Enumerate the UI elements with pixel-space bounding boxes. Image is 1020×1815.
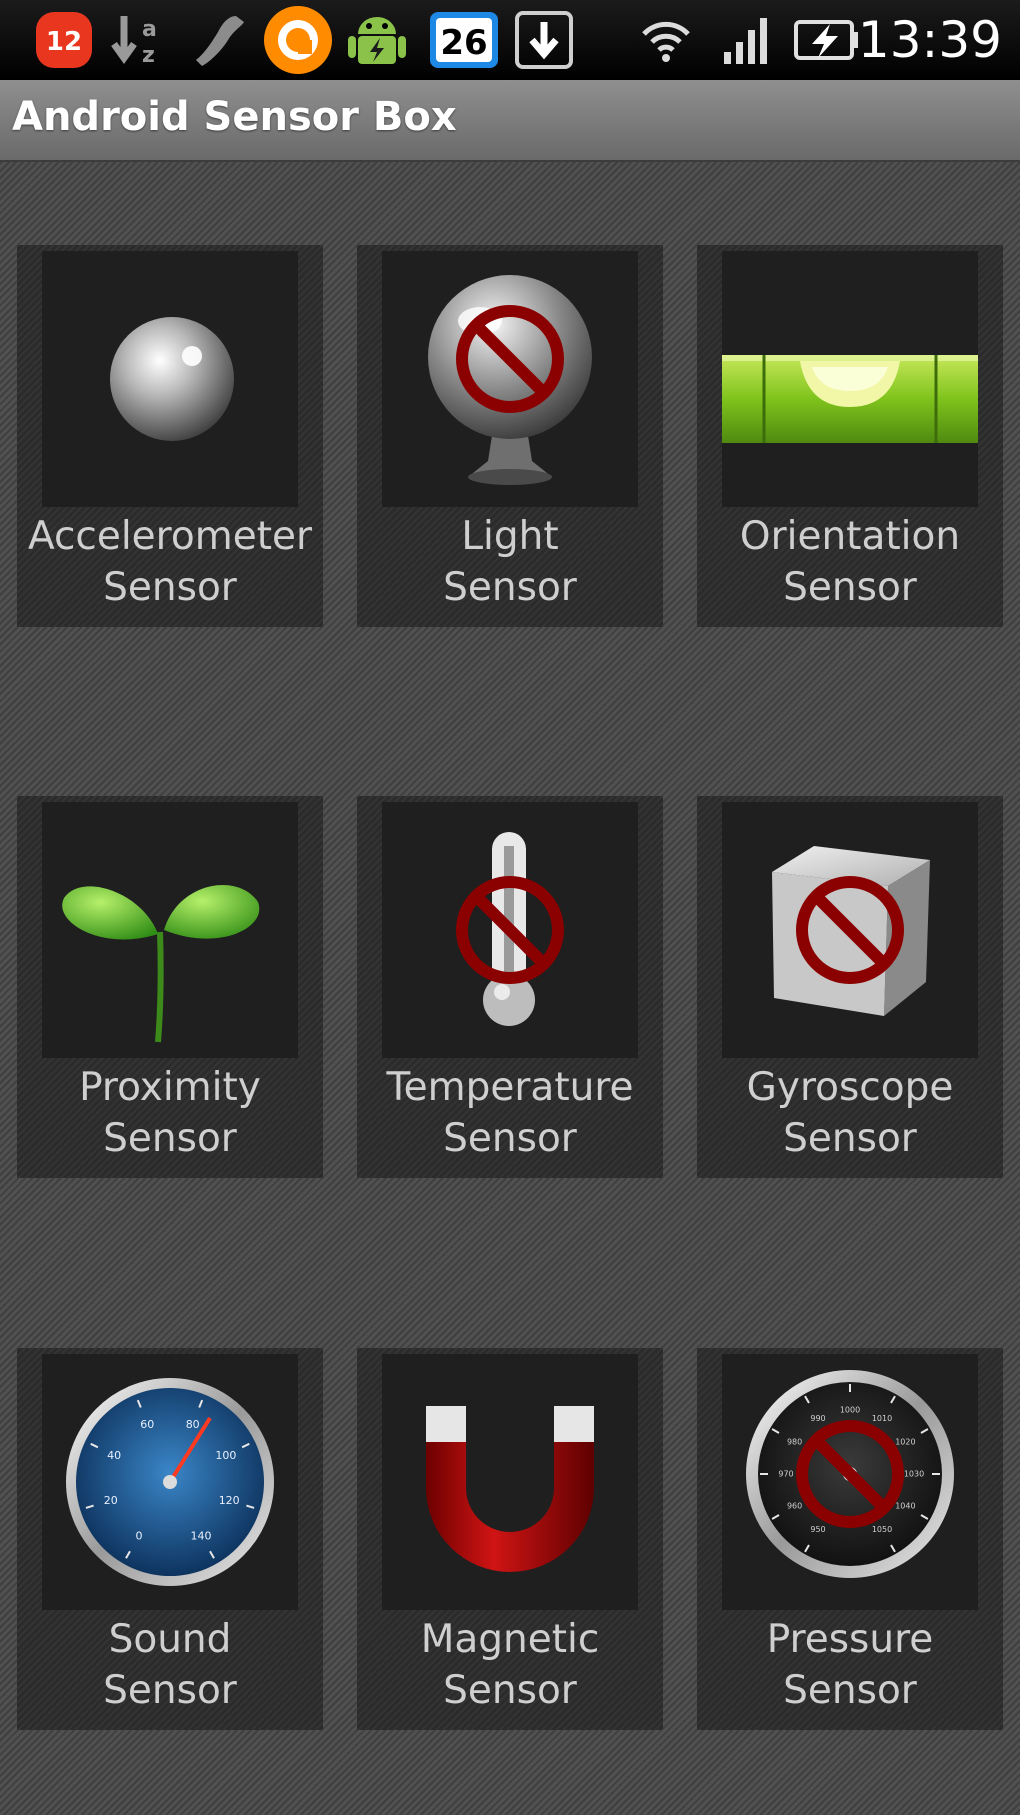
sensor-label: Sound Sensor xyxy=(103,1617,237,1713)
gauge-tick-label: 1050 xyxy=(872,1525,892,1534)
gauge-tick-label: 1020 xyxy=(895,1438,915,1447)
sensor-label: Light Sensor xyxy=(443,514,577,610)
gauge-tick-label: 40 xyxy=(107,1449,121,1462)
sensor-label: Accelerometer Sensor xyxy=(27,514,313,610)
gauge-tick-label: 1040 xyxy=(895,1502,915,1511)
magnet-icon xyxy=(382,1354,638,1610)
app-title-bar: Android Sensor Box xyxy=(0,80,1020,162)
app-title: Android Sensor Box xyxy=(12,94,457,140)
phone-icon xyxy=(188,10,248,70)
gauge-tick-label: 0 xyxy=(136,1529,143,1542)
sensor-tile-pressure[interactable]: 950 960 970 980 990 1000 1010 1020 1030 1040 1050 … xyxy=(697,1348,1003,1730)
wifi-icon xyxy=(636,10,696,70)
gauge-tick-label: 100 xyxy=(215,1449,236,1462)
sort-az-icon: a z xyxy=(110,10,170,70)
badge-12-icon: 12 xyxy=(34,10,94,70)
status-bar: 12 a z 26 13:39 xyxy=(0,0,1020,80)
gauge-tick-label: 1030 xyxy=(904,1470,924,1479)
gauge-tick-label: 950 xyxy=(810,1525,825,1534)
gauge-tick-label: 990 xyxy=(810,1414,825,1423)
calendar-day: 26 xyxy=(440,23,487,63)
gauge-tick-label: 980 xyxy=(787,1438,802,1447)
android-charging-icon xyxy=(344,6,410,72)
gauge-tick-label: 80 xyxy=(186,1418,200,1431)
sensor-label: Magnetic Sensor xyxy=(420,1617,600,1713)
sensor-tile-accelerometer[interactable]: Accelerometer Sensor xyxy=(17,245,323,627)
sensor-label: Gyroscope Sensor xyxy=(746,1065,954,1161)
svg-text:a: a xyxy=(142,17,157,42)
gauge-tick-label: 140 xyxy=(191,1529,212,1542)
crystal-ball-icon xyxy=(382,251,638,507)
sensor-tile-temperature[interactable]: Temperature Sensor xyxy=(357,796,663,1178)
svg-text:z: z xyxy=(142,43,155,68)
gauge-tick-label: 1010 xyxy=(872,1414,892,1423)
sensor-label: Temperature Sensor xyxy=(386,1065,634,1161)
calendar-icon: 26 xyxy=(428,10,500,70)
spirit-level-icon xyxy=(722,251,978,507)
download-icon xyxy=(514,10,574,70)
sensor-tile-magnetic[interactable]: Magnetic Sensor xyxy=(357,1348,663,1730)
gauge-tick-label: 120 xyxy=(219,1494,240,1507)
sprout-icon xyxy=(42,802,298,1058)
sensor-label: Pressure Sensor xyxy=(766,1617,934,1713)
notification-count: 12 xyxy=(46,27,82,57)
thermometer-icon xyxy=(382,802,638,1058)
clock: 13:39 xyxy=(857,11,1002,69)
gauge-tick-label: 60 xyxy=(140,1418,154,1431)
gauge-tick-label: 960 xyxy=(787,1502,802,1511)
speedometer-icon: 0 20 40 60 80 100 120 140 xyxy=(42,1354,298,1610)
battery-charging-icon xyxy=(792,10,862,70)
sensor-label: Proximity Sensor xyxy=(79,1065,261,1161)
steel-ball-icon xyxy=(42,251,298,507)
gauge-tick-label: 970 xyxy=(778,1470,793,1479)
sensor-tile-sound[interactable]: 0 20 40 60 80 100 120 140 Sound Sensor xyxy=(17,1348,323,1730)
sensor-tile-light[interactable]: Light Sensor xyxy=(357,245,663,627)
gauge-tick-label: 1000 xyxy=(840,1406,860,1415)
sensor-label: Orientation Sensor xyxy=(739,514,961,610)
gauge-tick-label: 20 xyxy=(104,1494,118,1507)
sensor-tile-orientation[interactable]: Orientation Sensor xyxy=(697,245,1003,627)
orange-ring-app-icon xyxy=(262,4,334,76)
cube-icon xyxy=(722,802,978,1058)
sensor-tile-proximity[interactable]: Proximity Sensor xyxy=(17,796,323,1178)
signal-icon xyxy=(716,10,776,70)
sensor-tile-gyroscope[interactable]: Gyroscope Sensor xyxy=(697,796,1003,1178)
barometer-icon: 950 960 970 980 990 1000 1010 1020 1030 1040 1050 xyxy=(722,1354,978,1610)
